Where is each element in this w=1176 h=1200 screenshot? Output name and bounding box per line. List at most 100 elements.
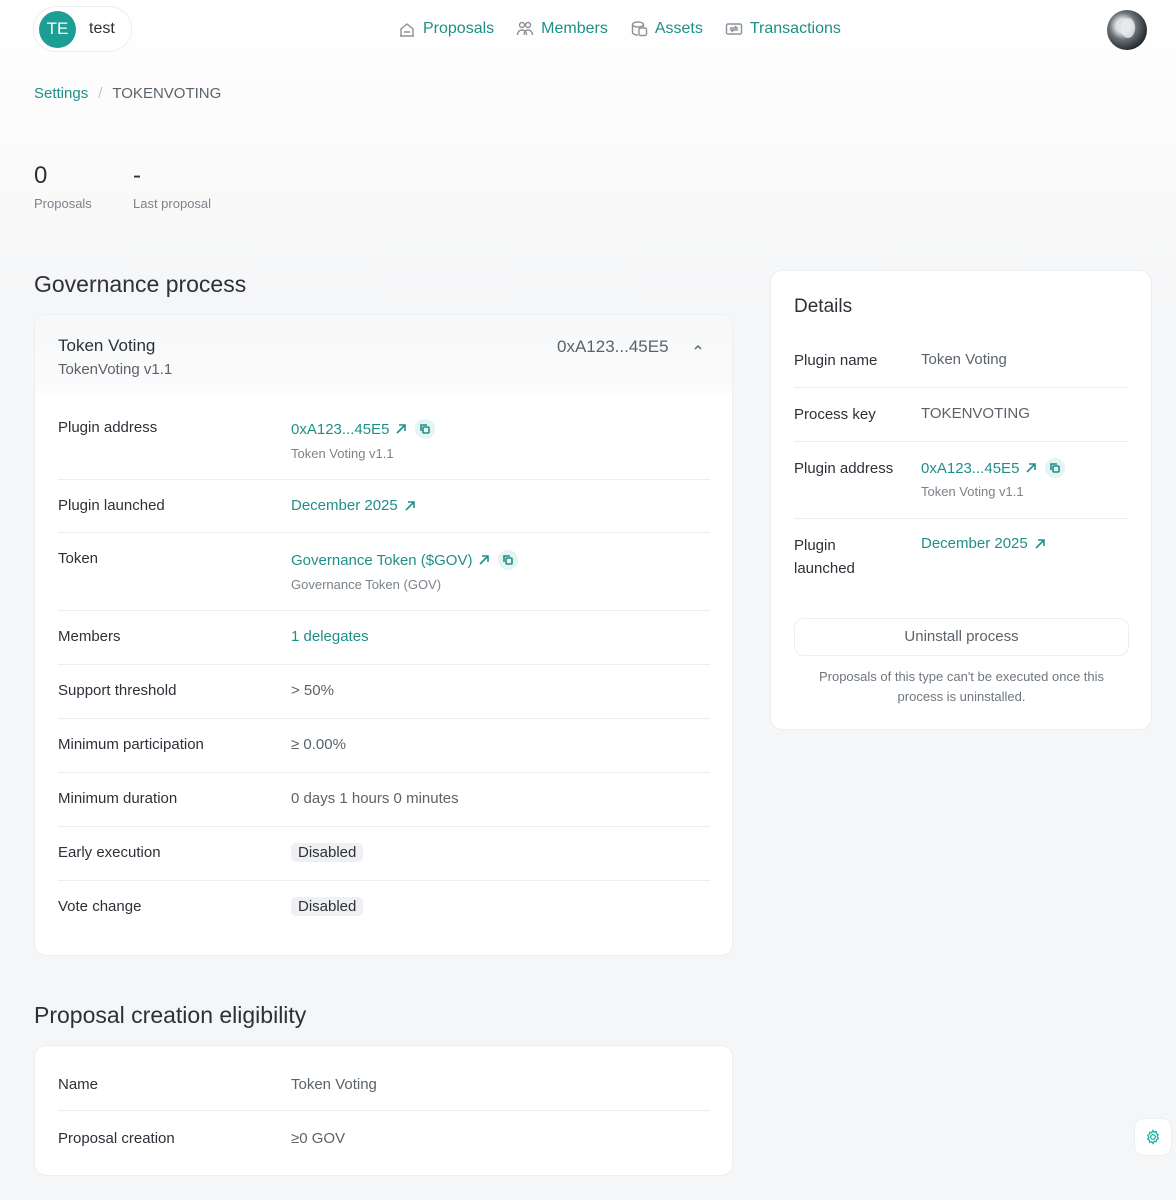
members-link[interactable]: 1 delegates xyxy=(291,628,369,645)
transactions-icon xyxy=(725,23,743,35)
vote-change-cell: Disabled xyxy=(291,897,364,916)
user-avatar[interactable] xyxy=(1107,10,1147,50)
nav-transactions-label: Transactions xyxy=(749,20,841,37)
external-link-icon xyxy=(1035,538,1045,549)
copy-button[interactable] xyxy=(498,550,519,570)
external-link-icon xyxy=(1026,463,1037,473)
token-value: Governance Token ($GOV) xyxy=(291,551,473,569)
detail-plugin-address-link[interactable]: 0xA123...45E5 xyxy=(921,458,1066,478)
plugin-launched-value: December 2025 xyxy=(291,497,398,514)
nav-members-label: Members xyxy=(541,20,608,37)
detail-label: Process key xyxy=(794,406,876,423)
row-plugin-address: Plugin address 0xA123...45E5 Token Votin… xyxy=(58,393,710,480)
stat-last-proposal: - Last proposal xyxy=(133,162,211,211)
row-members: Members 1 delegates xyxy=(58,611,710,665)
stat-last-proposal-label: Last proposal xyxy=(133,196,212,211)
row-label: Early execution xyxy=(58,844,161,861)
breadcrumb-separator: / xyxy=(98,85,103,102)
nav-assets-label: Assets xyxy=(654,20,703,37)
details-title: Details xyxy=(794,296,853,317)
row-minimum-participation: Minimum participation ≥ 0.00% xyxy=(58,719,710,773)
nav-proposals[interactable]: Proposals xyxy=(398,18,494,40)
detail-value: Token Voting xyxy=(921,351,1007,368)
copy-icon xyxy=(503,555,514,565)
proposal-creation-value: ≥0 GOV xyxy=(291,1130,346,1147)
gear-icon xyxy=(1146,1129,1160,1145)
row-label: Plugin launched xyxy=(58,497,165,514)
stat-proposals-value: 0 xyxy=(34,162,48,189)
minimum-duration-value: 0 days 1 hours 0 minutes xyxy=(291,790,459,807)
token-link[interactable]: Governance Token ($GOV) xyxy=(291,550,519,570)
row-label: Plugin address xyxy=(58,419,158,436)
stat-proposals-label: Proposals xyxy=(34,196,92,211)
copy-button[interactable] xyxy=(415,419,436,439)
eligibility-name-value: Token Voting xyxy=(291,1076,377,1093)
detail-process-key: Process key TOKENVOTING xyxy=(794,388,1129,442)
detail-label: Plugin name xyxy=(794,352,878,369)
row-sub: Token Voting v1.1 xyxy=(291,446,394,461)
plugin-address-short: 0xA123...45E5 xyxy=(557,337,669,356)
row-label: Support threshold xyxy=(58,682,177,699)
row-early-execution: Early execution Disabled xyxy=(58,827,710,881)
chevron-up-icon[interactable] xyxy=(692,341,704,353)
stat-proposals: 0 Proposals xyxy=(34,162,92,211)
detail-plugin-name: Plugin name Token Voting xyxy=(794,334,1129,388)
row-minimum-duration: Minimum duration 0 days 1 hours 0 minute… xyxy=(58,773,710,827)
governance-process-card: Token Voting TokenVoting v1.1 0xA123...4… xyxy=(34,314,733,956)
row-vote-change: Vote change Disabled xyxy=(58,881,710,935)
row-eligibility-name: Name Token Voting xyxy=(58,1056,710,1111)
details-card: Details Plugin name Token Voting Process… xyxy=(770,270,1152,730)
row-sub: Governance Token (GOV) xyxy=(291,577,442,592)
detail-sub: Token Voting v1.1 xyxy=(921,484,1024,499)
dao-name: test xyxy=(89,20,115,37)
plugin-version: TokenVoting v1.1 xyxy=(58,361,173,378)
detail-plugin-launched-value: December 2025 xyxy=(921,535,1028,552)
row-label: Members xyxy=(58,628,121,645)
row-label: Minimum duration xyxy=(58,790,178,807)
nav-transactions[interactable]: Transactions xyxy=(725,18,841,40)
governance-card-header[interactable]: Token Voting TokenVoting v1.1 0xA123...4… xyxy=(35,315,732,393)
external-link-icon xyxy=(405,500,415,511)
external-link-icon xyxy=(479,555,490,565)
minimum-participation-value: ≥ 0.00% xyxy=(291,736,346,753)
detail-label: Plugin launched xyxy=(794,537,855,577)
eligibility-card: Name Token Voting Proposal creation ≥0 G… xyxy=(34,1045,733,1176)
breadcrumb-settings-link[interactable]: Settings xyxy=(34,85,88,102)
row-proposal-creation: Proposal creation ≥0 GOV xyxy=(58,1111,710,1167)
proposals-icon xyxy=(400,23,414,37)
members-icon xyxy=(516,21,534,36)
plugin-name: Token Voting xyxy=(58,336,156,355)
detail-value: TOKENVOTING xyxy=(921,405,1030,422)
row-label: Vote change xyxy=(58,898,142,915)
uninstall-process-button[interactable]: Uninstall process xyxy=(794,618,1129,656)
detail-plugin-launched-link[interactable]: December 2025 xyxy=(921,535,1046,552)
detail-plugin-launched: Plugin launched December 2025 xyxy=(794,519,1129,594)
eligibility-section-title: Proposal creation eligibility xyxy=(34,1002,307,1028)
copy-icon xyxy=(420,424,431,434)
row-token: Token Governance Token ($GOV) Governance… xyxy=(58,533,710,611)
plugin-address-value: 0xA123...45E5 xyxy=(291,420,390,438)
plugin-launched-link[interactable]: December 2025 xyxy=(291,497,416,514)
row-plugin-launched: Plugin launched December 2025 xyxy=(58,480,710,533)
external-link-icon xyxy=(396,424,407,434)
breadcrumb: Settings / TOKENVOTING xyxy=(34,85,221,102)
nav-members[interactable]: Members xyxy=(516,18,608,40)
row-label: Proposal creation xyxy=(58,1130,175,1147)
detail-plugin-address: Plugin address 0xA123...45E5 Token Votin… xyxy=(794,442,1129,519)
breadcrumb-current: TOKENVOTING xyxy=(112,85,222,102)
copy-icon xyxy=(1050,463,1061,473)
row-support-threshold: Support threshold > 50% xyxy=(58,665,710,719)
plugin-address-link[interactable]: 0xA123...45E5 xyxy=(291,419,436,439)
assets-icon xyxy=(631,21,648,37)
early-execution-cell: Disabled xyxy=(291,843,364,862)
floating-settings-button[interactable] xyxy=(1134,1118,1172,1156)
nav-proposals-label: Proposals xyxy=(423,20,495,37)
detail-label: Plugin address xyxy=(794,460,894,477)
dao-switcher[interactable]: TE test xyxy=(33,6,132,52)
row-label: Name xyxy=(58,1076,99,1093)
copy-button[interactable] xyxy=(1045,458,1066,478)
support-threshold-value: > 50% xyxy=(291,682,334,699)
nav-assets[interactable]: Assets xyxy=(630,18,703,40)
dao-avatar: TE xyxy=(39,10,76,48)
row-label: Token xyxy=(58,550,99,567)
